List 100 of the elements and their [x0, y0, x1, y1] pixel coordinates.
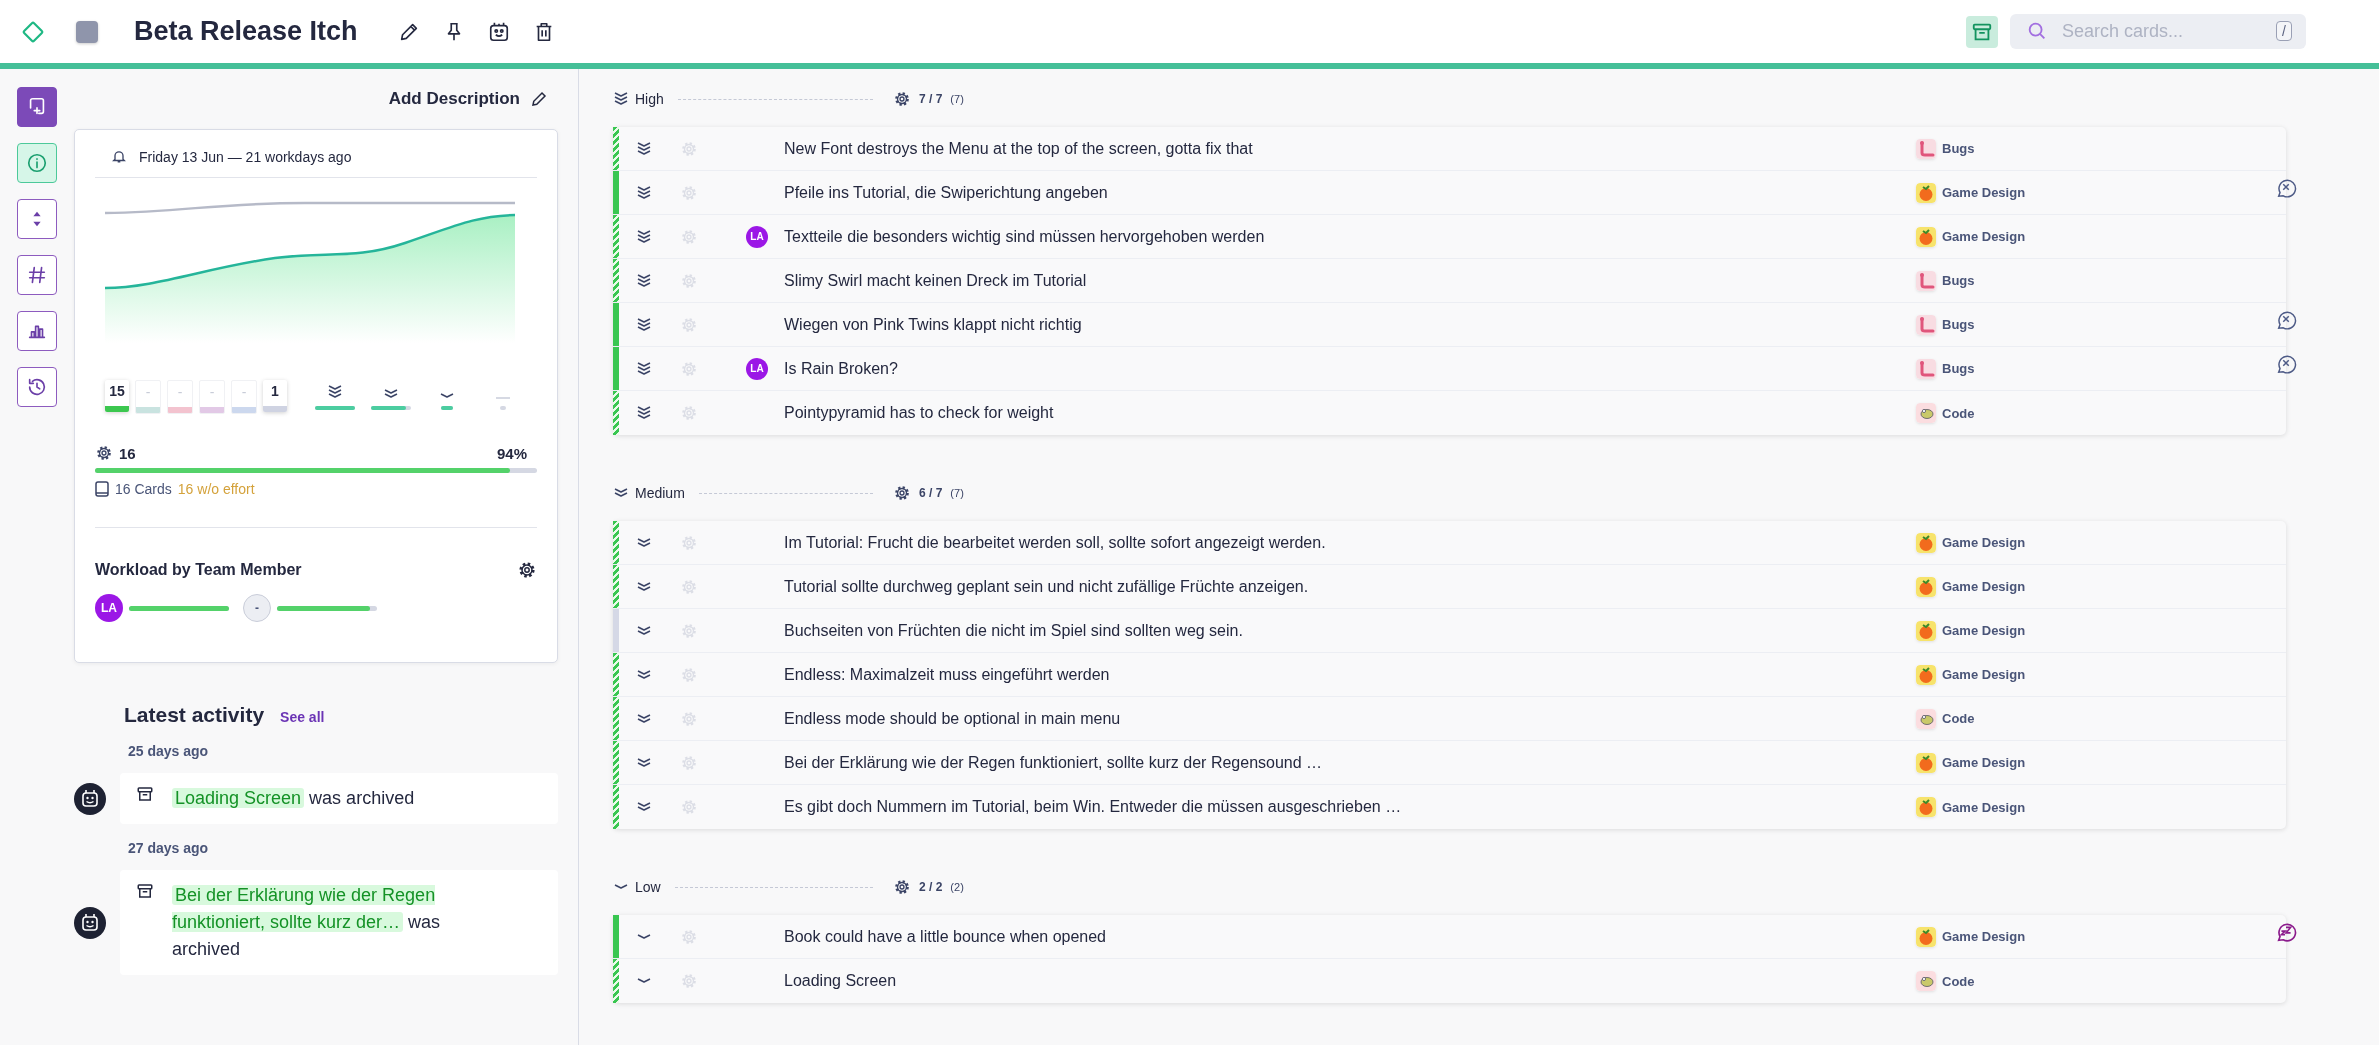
activity-card[interactable]: Bei der Erklärung wie der Regen funktioniert, sollte kurz der… was archived — [120, 870, 558, 975]
gear-icon — [680, 577, 698, 596]
card-title: Book could have a little bounce when opened — [784, 927, 1107, 946]
card-title: Endless: Maximalzeit muss eingeführt werden — [784, 665, 1111, 684]
card-row[interactable]: Bei der Erklärung wie der Regen funktioniert, sollte kurz der Regensound … Game Design — [613, 741, 2286, 785]
chevrons-icon — [636, 668, 652, 681]
archive-icon — [136, 785, 154, 803]
robot-icon[interactable] — [487, 20, 510, 43]
status-count[interactable]: 15 — [105, 380, 129, 412]
priority-label: Medium — [635, 485, 685, 501]
fruit-icon — [1916, 226, 1936, 247]
chevrons-icon — [636, 405, 652, 421]
chevrons-icon — [327, 384, 343, 400]
archive-button[interactable] — [1966, 15, 1998, 48]
card-row[interactable]: Pointypyramid has to check for weight Code — [613, 391, 2286, 435]
priority-track — [500, 406, 506, 410]
history-tab[interactable] — [17, 367, 57, 407]
activity-card[interactable]: Loading Screen was archived — [120, 773, 558, 824]
chevrons-icon — [636, 360, 652, 377]
hashtag-tab[interactable] — [17, 255, 57, 295]
sort-tab[interactable] — [17, 199, 57, 239]
due-date: Friday 13 Jun — 21 workdays ago — [139, 148, 352, 165]
card-row[interactable]: Book could have a little bounce when opened Game Design — [613, 915, 2286, 959]
gear-icon — [680, 183, 698, 202]
card-row[interactable]: Endless: Maximalzeit muss eingeführt werden Game Design — [613, 653, 2286, 697]
tag-label: Game Design — [1942, 535, 2026, 550]
activity-text: Loading Screen was archived — [172, 785, 415, 812]
robot-avatar-icon — [74, 906, 106, 939]
card-title: New Font destroys the Menu at the top of the screen, gotta fix that — [784, 139, 1254, 158]
member-avatar[interactable]: - — [243, 594, 271, 622]
pencil-icon — [530, 90, 548, 108]
gear-icon — [680, 404, 698, 422]
blocked-comment-icon[interactable] — [2275, 309, 2297, 331]
gear-icon — [680, 315, 698, 334]
tag-label: Game Design — [1942, 623, 2026, 638]
card-row[interactable]: LA Is Rain Broken? Bugs — [613, 347, 2286, 391]
card-row[interactable]: Tutorial sollte durchweg geplant sein und nicht zufällige Früchte anzeigen. Game Design — [613, 565, 2286, 609]
gear-icon — [680, 753, 698, 772]
shortcut-key: / — [2276, 21, 2292, 41]
chevrons-icon — [636, 977, 652, 985]
tag-label: Game Design — [1942, 755, 2026, 770]
chevrons-icon — [439, 392, 455, 400]
effort-total: 16 — [119, 444, 136, 462]
card-total: (2) — [950, 881, 964, 893]
card-title: Tutorial sollte durchweg geplant sein und nicht zufällige Früchte anzeigen. — [784, 577, 1310, 596]
gear-icon — [680, 271, 698, 290]
card-title: Is Rain Broken? — [784, 359, 899, 378]
card-title: Im Tutorial: Frucht die bearbeitet werden soll, sollte sofort angezeigt werden. — [784, 533, 1327, 552]
activity-date: 25 days ago — [128, 743, 210, 759]
assignee-avatar[interactable]: LA — [746, 357, 768, 380]
fruit-icon — [1916, 620, 1936, 641]
effort-count: 7 / 7 — [919, 92, 943, 106]
chevrons-icon — [636, 624, 652, 637]
card-row[interactable]: New Font destroys the Menu at the top of the screen, gotta fix that Bugs — [613, 127, 2286, 171]
member-avatar[interactable]: LA — [95, 594, 123, 622]
fruit-icon — [1916, 664, 1936, 685]
card-row[interactable]: Im Tutorial: Frucht die bearbeitet werden soll, sollte sofort angezeigt werden. Game Design — [613, 521, 2286, 565]
card-row[interactable]: Slimy Swirl macht keinen Dreck im Tutorial Bugs — [613, 259, 2286, 303]
chevrons-icon — [636, 184, 652, 201]
card-row[interactable]: Wiegen von Pink Twins klappt nicht richtig Bugs — [613, 303, 2286, 347]
add-description-button[interactable]: Add Description — [388, 89, 548, 109]
bell-icon — [111, 148, 127, 165]
book-icon — [95, 481, 109, 497]
card-row[interactable]: Buchseiten von Früchten die nicht im Spiel sind sollten weg sein. Game Design — [613, 609, 2286, 653]
card-row[interactable]: LA Textteile die besonders wichtig sind müssen hervorgehoben werden Game Design — [613, 215, 2286, 259]
gear-icon — [680, 359, 698, 378]
card-row[interactable]: Es gibt doch Nummern im Tutorial, beim Win. Entweder die müssen ausgeschrieben … Game Design — [613, 785, 2286, 829]
tag-label: Bugs — [1942, 317, 1975, 332]
fruit-icon — [1916, 182, 1936, 203]
activity-title: Latest activity — [124, 703, 265, 727]
card-row[interactable]: Pfeile ins Tutorial, die Swiperichtung angeben Game Design — [613, 171, 2286, 215]
chevrons-icon — [636, 316, 652, 333]
tag-label: Game Design — [1942, 667, 2026, 682]
see-all-link[interactable]: See all — [280, 709, 325, 725]
info-tab[interactable] — [17, 143, 57, 183]
card-title: Bei der Erklärung wie der Regen funktioniert, sollte kurz der Regensound … — [784, 753, 1324, 772]
card-title: Loading Screen — [784, 972, 898, 990]
tag-label: Bugs — [1942, 273, 1975, 288]
tag-label: Game Design — [1942, 579, 2026, 594]
card-title: Wiegen von Pink Twins klappt nicht richtig — [784, 315, 1083, 334]
stats-tab[interactable] — [17, 311, 57, 351]
status-count[interactable]: 1 — [263, 380, 287, 412]
chevrons-icon — [636, 932, 652, 941]
tag-label: Code — [1942, 405, 1975, 421]
card-row[interactable]: Loading Screen Code — [613, 959, 2286, 1003]
priority-label: Low — [635, 879, 661, 895]
card-row[interactable]: Endless mode should be optional in main menu Code — [613, 697, 2286, 741]
chevrons-icon — [636, 580, 652, 593]
assignee-avatar[interactable]: LA — [746, 225, 768, 248]
blocked-comment-icon[interactable] — [2275, 353, 2297, 375]
card-title: Textteile die besonders wichtig sind müssen hervorgehoben werden — [784, 227, 1266, 246]
add-card-button[interactable] — [17, 87, 57, 127]
chevrons-icon — [636, 272, 652, 289]
blocked-comment-icon[interactable] — [2275, 177, 2297, 199]
color-swatch[interactable] — [76, 20, 98, 43]
tag-label: Bugs — [1942, 361, 1975, 376]
gear-icon — [95, 444, 113, 462]
chevrons-icon — [383, 388, 399, 400]
snooze-comment-icon[interactable] — [2275, 921, 2297, 943]
card-title: Endless mode should be optional in main menu — [784, 709, 1122, 728]
